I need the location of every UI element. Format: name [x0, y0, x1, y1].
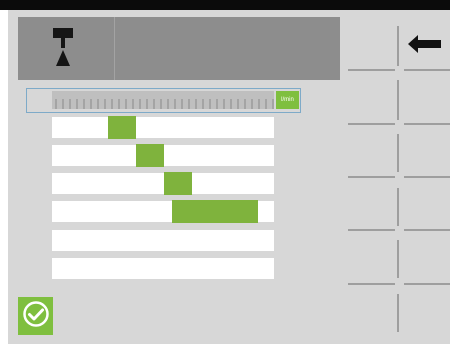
section-track-6 — [52, 258, 274, 279]
section-active-4 — [172, 200, 258, 223]
section-track-1 — [52, 117, 274, 138]
screen: l/min — [0, 0, 450, 344]
checkmark-circle-icon — [22, 300, 50, 333]
section-track-3 — [52, 173, 274, 194]
rate-unit-label: l/min — [281, 97, 294, 103]
application-rate-icon[interactable]: l/min — [276, 91, 299, 109]
section-active-3 — [164, 172, 192, 195]
section-track-5 — [52, 230, 274, 251]
softkey-grid — [348, 26, 450, 332]
section-active-2 — [136, 144, 164, 167]
confirm-button[interactable] — [18, 297, 53, 335]
section-ruler — [52, 91, 274, 109]
section-active-1 — [108, 116, 136, 139]
